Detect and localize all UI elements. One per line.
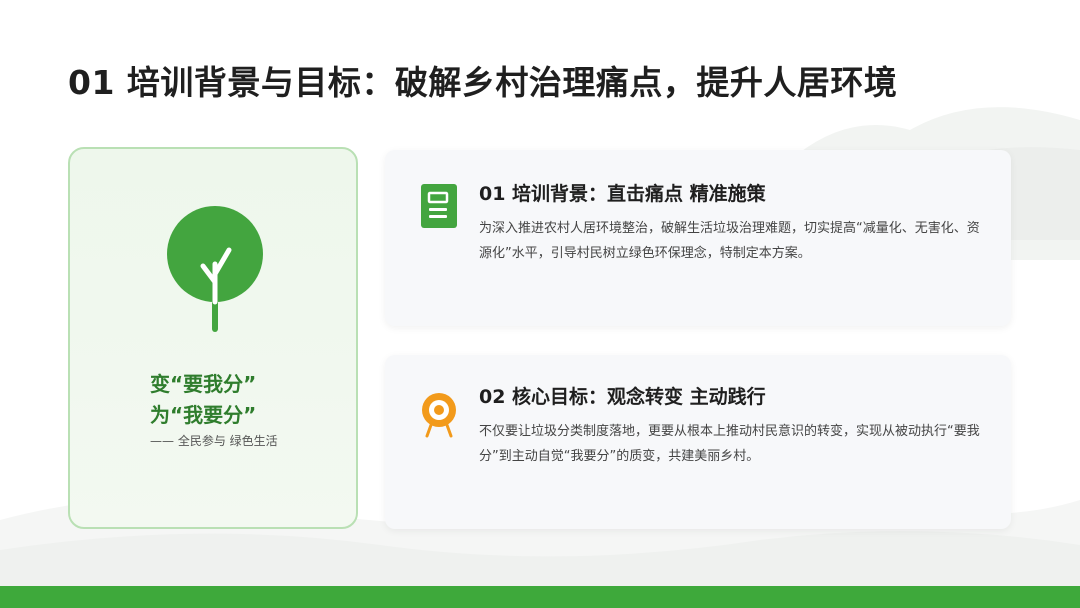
goal-card: 02 核心目标：观念转变 主动践行 不仅要让垃圾分类制度落地，更要从根本上推动村… — [385, 355, 1011, 529]
background-card: 01 培训背景：直击痛点 精准施策 为深入推进农村人居环境整治，破解生活垃圾治理… — [385, 150, 1011, 326]
target-icon — [422, 393, 456, 438]
card-body: 为深入推进农村人居环境整治，破解生活垃圾治理难题，切实提高“减量化、无害化、资源… — [479, 221, 980, 261]
tree-icon — [167, 206, 263, 332]
slogan-line-1: 变“要我分” — [150, 372, 257, 396]
document-icon — [421, 184, 457, 228]
page-title: 01 培训背景与目标：破解乡村治理痛点，提升人居环境 — [68, 63, 898, 102]
card-heading: 02 核心目标：观念转变 主动践行 — [479, 386, 766, 408]
slogan-line-2: 为“我要分” — [150, 403, 257, 427]
footer-bar — [0, 586, 1080, 608]
slogan-card: 变“要我分” 为“我要分” —— 全民参与 绿色生活 — [68, 147, 358, 529]
slogan-subtitle: —— 全民参与 绿色生活 — [150, 434, 278, 448]
card-heading: 01 培训背景：直击痛点 精准施策 — [479, 183, 766, 205]
card-body: 不仅要让垃圾分类制度落地，更要从根本上推动村民意识的转变，实现从被动执行“要我分… — [479, 424, 980, 464]
